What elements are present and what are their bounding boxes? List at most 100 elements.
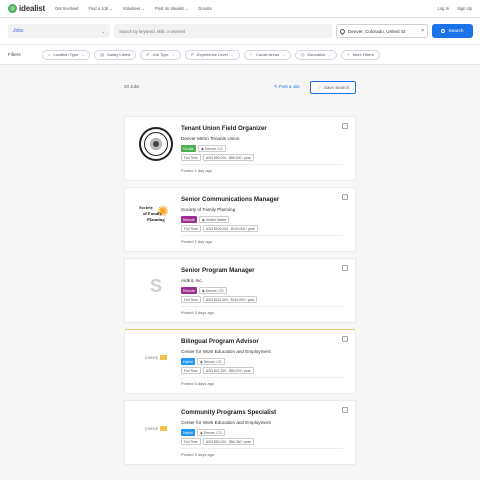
location-badge: ◉ Denver, CO [197,145,226,152]
bookmark-icon[interactable] [342,265,348,271]
org-logo: ✺ Society of Family Planning [137,196,175,234]
location-text: Denver, CO [203,359,222,364]
org-name[interactable]: Denver Metro Tenants Union [181,136,239,141]
org-name[interactable]: Center for Work Education and Employment [181,420,271,425]
search-icon [441,29,446,33]
filters-label: Filters [8,52,21,57]
job-title[interactable]: Tenant Union Field Organizer [181,125,267,132]
location-text: Denver, CO [203,430,222,435]
job-type-tag: Full Time [181,438,201,445]
top-nav: idealist Get Involved Find a Job ⌄ Volun… [0,0,480,18]
org-logo: S [137,267,175,305]
filter-bar: Filters ⌂ Location Type ⌄ ▤ Salary Liste… [0,45,480,65]
filter-job-type[interactable]: ✐ Job Type ⌄ [140,49,181,60]
posted-date: Posted 5 days ago [181,452,215,457]
pin-icon: ◉ [200,146,204,151]
keyword-search-input[interactable] [114,24,332,38]
org-name[interactable]: Center for Work Education and Employment [181,349,271,354]
location-input[interactable]: Denver, Colorado, United St × [336,24,428,38]
cwee-logo: CWEE [145,425,167,431]
work-mode-badge: Hybrid [181,358,195,365]
results-header: 20 Jobs ✎ Post a Job ♡ Save Search [124,80,358,96]
job-title[interactable]: Senior Communications Manager [181,196,279,203]
location-text: Denver, CO [204,146,223,151]
search-button[interactable]: Search [432,24,473,38]
cwee-logo-bar [159,354,167,360]
nav-donate[interactable]: Donate [198,6,212,11]
job-card[interactable]: S Senior Program Manager AidKit, Inc. Re… [124,258,356,323]
divider [181,448,343,449]
bookmark-icon[interactable] [342,194,348,200]
filter-education[interactable]: ◎ Education ⌄ [295,49,338,60]
job-title[interactable]: Community Programs Specialist [181,409,276,416]
nav-post-on-idealist[interactable]: Post on Idealist ⌄ [155,6,188,11]
filter-location-type[interactable]: ⌂ Location Type ⌄ [42,49,91,60]
filter-salary-listed[interactable]: ▤ Salary Listed [94,49,137,60]
aidkit-logo: S [149,275,162,296]
job-type-tag: Full Time [181,367,201,374]
work-mode-badge: Remote [181,216,197,223]
nav-find-a-job[interactable]: Find a Job ⌄ [88,6,112,11]
post-job-link[interactable]: ✎ Post a Job [274,84,300,90]
filter-cause-areas[interactable]: ♡ Cause Areas ⌄ [243,49,291,60]
union-seal-logo [139,127,173,161]
job-card[interactable]: CWEE Community Programs Specialist Cente… [124,400,356,465]
job-type-tag: Full Time [181,225,201,232]
login-link[interactable]: Log In [437,6,449,11]
org-logo: CWEE [137,409,175,447]
org-name[interactable]: Society of Family Planning [181,207,235,212]
bookmark-icon[interactable] [342,407,348,413]
nav-volunteer[interactable]: Volunteer ⌄ [123,6,145,11]
job-card[interactable]: ✺ Society of Family Planning Senior Comm… [124,187,356,252]
chevron-down-icon: ⌄ [328,52,332,57]
location-text: Denver, CO [205,288,224,293]
filter-label: Cause Areas [256,52,280,57]
location-value: Denver, Colorado, United St [348,28,406,34]
job-type-tag: Full Time [181,296,201,303]
search-bar: Jobs ⌄ Denver, Colorado, United St × Sea… [0,18,480,45]
posted-date: Posted 3 days ago [181,310,215,315]
job-card[interactable]: CWEE Bilingual Program Advisor Center fo… [124,329,356,394]
salary-tag: USD $52,000 - $56,260 / year [202,438,254,445]
bookmark-icon[interactable] [342,336,348,342]
chevron-down-icon: ⌄ [101,28,105,34]
filter-label: Education [307,52,326,57]
divider [181,306,343,307]
brand-logo[interactable]: idealist [8,4,45,13]
location-badge: ◉ Denver, CO [198,287,227,294]
location-badge: ◉ United States [198,216,230,223]
clear-location-icon[interactable]: × [419,28,424,34]
job-type-tag: Full Time [181,154,201,161]
pin-icon [338,27,347,35]
filter-label: Job Type [152,52,169,57]
org-logo [137,125,175,163]
location-type-icon: ⌂ [48,52,51,57]
filter-experience-level[interactable]: ✐ Experience Level ⌄ [184,49,240,60]
bookmark-icon[interactable] [342,123,348,129]
job-card[interactable]: Tenant Union Field Organizer Denver Metr… [124,116,356,181]
nav-get-involved[interactable]: Get Involved [55,6,79,11]
pin-icon: ◉ [201,217,205,222]
org-name[interactable]: AidKit, Inc. [181,278,203,283]
posted-date: Posted 1 day ago [181,239,213,244]
pin-icon: ◉ [199,430,203,435]
chevron-down-icon: ⌄ [230,52,234,57]
pin-icon: ◉ [201,288,205,293]
filter-more-filters[interactable]: + More Filters [341,49,380,60]
work-mode-badge: On-site [181,145,196,152]
location-badge: ◉ Denver, CO [196,358,225,365]
save-search-button[interactable]: ♡ Save Search [310,81,356,94]
search-button-label: Search [448,28,464,34]
divider [181,377,343,378]
divider [181,235,343,236]
listing-type-select[interactable]: Jobs ⌄ [8,24,110,38]
filter-label: Location Type [53,52,79,57]
experience-icon: ✐ [190,52,194,57]
listing-type-value: Jobs [13,28,24,34]
brand-name: idealist [19,4,45,13]
signup-link[interactable]: Sign Up [457,6,472,11]
job-title[interactable]: Bilingual Program Advisor [181,338,259,345]
post-icon: ✎ [274,84,278,89]
salary-icon: ▤ [100,52,104,57]
job-title[interactable]: Senior Program Manager [181,267,255,274]
